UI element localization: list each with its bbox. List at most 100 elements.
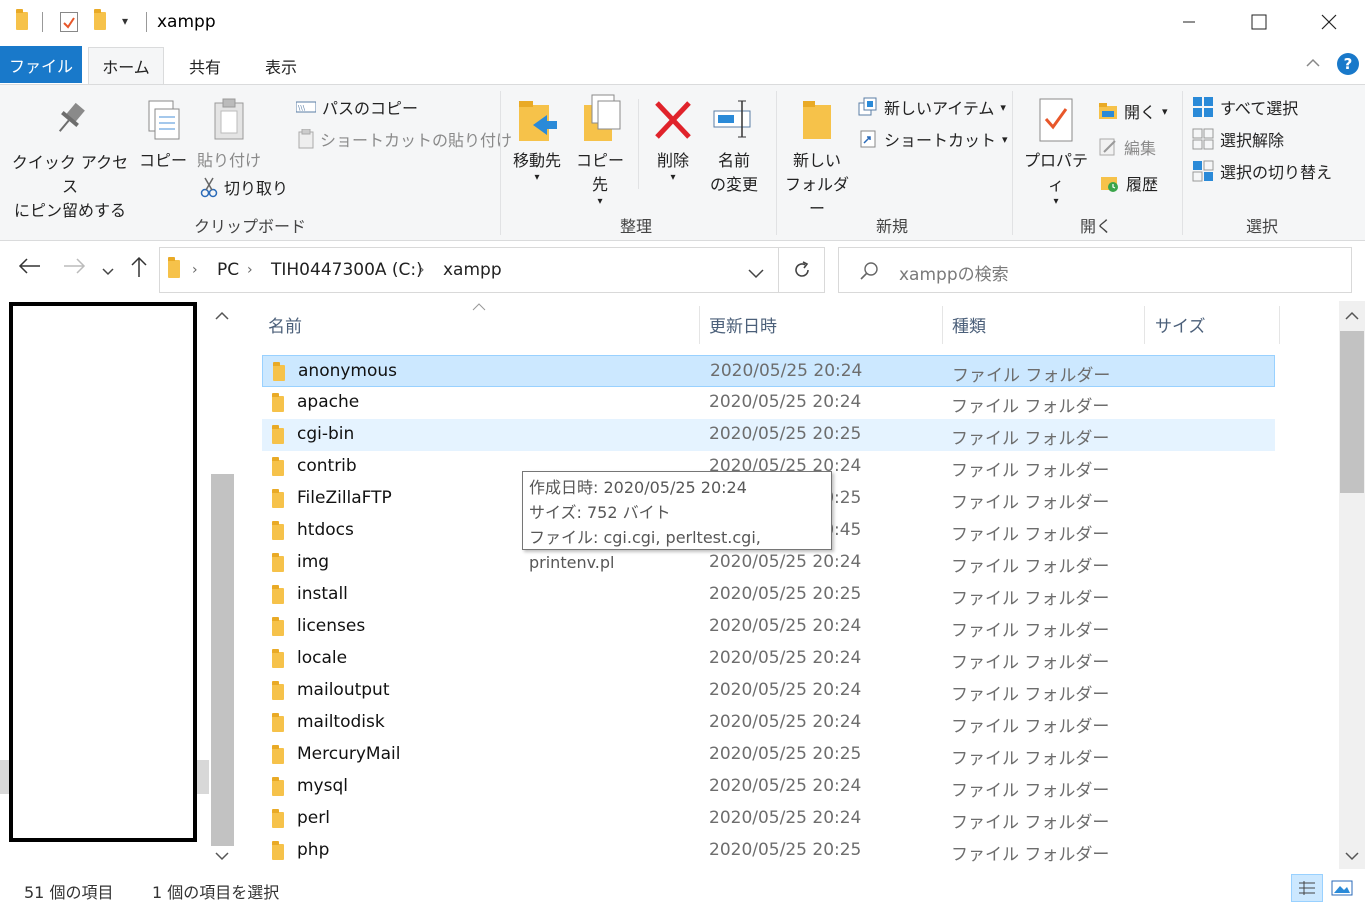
- list-item[interactable]: mailtodisk 2020/05/25 20:24 ファイル フォルダー: [262, 707, 1275, 739]
- list-item[interactable]: mysql 2020/05/25 20:24 ファイル フォルダー: [262, 771, 1275, 803]
- tab-home[interactable]: ホーム: [88, 47, 164, 84]
- new-group-label: 新規: [875, 217, 908, 236]
- paste-label: 貼り付け: [196, 151, 261, 170]
- address-dropdown-button[interactable]: [748, 264, 764, 283]
- forward-button[interactable]: [62, 256, 86, 280]
- delete-button[interactable]: 削除 ▾: [648, 99, 698, 183]
- file-type: ファイル フォルダー: [951, 397, 1110, 417]
- breadcrumb-xampp[interactable]: xampp: [443, 260, 502, 280]
- invert-selection-button[interactable]: 選択の切り替え: [1192, 159, 1332, 183]
- column-separator[interactable]: [1144, 306, 1145, 344]
- cut-button[interactable]: 切り取り: [200, 175, 288, 199]
- new-folder-icon[interactable]: [94, 9, 106, 30]
- file-modified: 2020/05/25 20:24: [709, 648, 862, 668]
- large-icons-view-button[interactable]: [1327, 874, 1357, 902]
- column-separator[interactable]: [1279, 306, 1280, 344]
- maximize-button[interactable]: [1224, 0, 1294, 44]
- scroll-up-icon[interactable]: [1345, 311, 1359, 321]
- paste-shortcut-button[interactable]: ショートカットの貼り付け: [298, 127, 512, 151]
- select-all-button[interactable]: すべて選択: [1192, 95, 1298, 119]
- up-button[interactable]: [130, 256, 148, 283]
- dropdown-arrow-icon: ▾: [1053, 196, 1059, 207]
- list-item[interactable]: apache 2020/05/25 20:24 ファイル フォルダー: [262, 387, 1275, 419]
- details-view-button[interactable]: [1291, 874, 1323, 902]
- copy-path-button[interactable]: \\\ パスのコピー: [296, 95, 418, 119]
- open-group-label: 開く: [1079, 217, 1112, 236]
- tab-share[interactable]: 共有: [172, 47, 238, 84]
- tab-view[interactable]: 表示: [248, 47, 314, 84]
- folder-icon: [272, 489, 284, 508]
- scroll-up-icon[interactable]: [215, 311, 229, 321]
- history-button[interactable]: 履歴: [1100, 171, 1158, 195]
- selected-count: 1 個の項目を選択: [152, 883, 280, 902]
- copy-path-label: パスのコピー: [322, 99, 419, 118]
- list-item[interactable]: mailoutput 2020/05/25 20:24 ファイル フォルダー: [262, 675, 1275, 707]
- list-item[interactable]: locale 2020/05/25 20:24 ファイル フォルダー: [262, 643, 1275, 675]
- list-item[interactable]: anonymous 2020/05/25 20:24 ファイル フォルダー: [262, 355, 1275, 387]
- divider: [42, 12, 43, 32]
- list-item[interactable]: MercuryMail 2020/05/25 20:25 ファイル フォルダー: [262, 739, 1275, 771]
- minimize-button[interactable]: [1154, 0, 1224, 44]
- copy-to-button[interactable]: コピー先 ▾: [570, 93, 630, 207]
- properties-button[interactable]: プロパティ ▾: [1018, 97, 1094, 207]
- list-item[interactable]: licenses 2020/05/25 20:24 ファイル フォルダー: [262, 611, 1275, 643]
- window-title: xampp: [157, 12, 216, 32]
- search-placeholder: xamppの検索: [899, 265, 1009, 285]
- ribbon: クイック アクセス にピン留めする コピー 貼り付け \\\ パスのコピー ショ…: [0, 84, 1365, 241]
- column-separator[interactable]: [942, 306, 943, 344]
- select-none-button[interactable]: 選択解除: [1192, 127, 1284, 151]
- properties-icon[interactable]: [60, 12, 78, 32]
- select-all-icon: [1193, 97, 1213, 117]
- search-box[interactable]: xamppの検索: [838, 247, 1352, 293]
- navigation-pane-scrollbar-thumb[interactable]: [211, 474, 234, 846]
- file-type: ファイル フォルダー: [951, 493, 1110, 513]
- new-item-button[interactable]: 新しいアイテム ▾: [858, 95, 1006, 119]
- title-bar: ▾ xampp: [0, 0, 1365, 44]
- shortcut-label: ショートカット: [884, 131, 997, 150]
- column-header-modified[interactable]: 更新日時: [709, 312, 777, 337]
- shortcut-icon: [860, 130, 876, 148]
- breadcrumb-drive[interactable]: TIH0447300A (C:): [271, 260, 423, 280]
- file-name: contrib: [297, 456, 357, 476]
- list-item[interactable]: install 2020/05/25 20:25 ファイル フォルダー: [262, 579, 1275, 611]
- file-list-scrollbar-thumb[interactable]: [1340, 331, 1364, 493]
- folder-icon: [272, 809, 284, 828]
- edit-button[interactable]: 編集: [1098, 135, 1156, 159]
- customize-quick-access-icon[interactable]: ▾: [122, 14, 128, 28]
- help-icon[interactable]: ?: [1337, 53, 1359, 75]
- refresh-button[interactable]: [779, 247, 825, 293]
- copy-to-label: コピー先: [575, 151, 624, 194]
- recent-locations-button[interactable]: [102, 259, 114, 283]
- close-button[interactable]: [1294, 0, 1364, 44]
- back-button[interactable]: [18, 256, 42, 280]
- dropdown-arrow-icon: ▾: [1162, 104, 1168, 118]
- new-folder-button[interactable]: 新しい フォルダー: [782, 99, 852, 221]
- column-separator[interactable]: [699, 306, 700, 344]
- address-bar[interactable]: › PC › TIH0447300A (C:) › xampp: [159, 247, 779, 293]
- column-header-type[interactable]: 種類: [952, 312, 986, 337]
- column-header-size[interactable]: サイズ: [1155, 312, 1206, 337]
- file-name: apache: [297, 392, 360, 412]
- list-item[interactable]: cgi-bin 2020/05/25 20:25 ファイル フォルダー: [262, 419, 1275, 451]
- pin-to-quick-access-button[interactable]: クイック アクセス にピン留めする: [10, 99, 130, 223]
- breadcrumb-pc[interactable]: PC: [217, 260, 239, 280]
- paste-button[interactable]: 貼り付け: [194, 97, 264, 173]
- rename-button[interactable]: 名前 の変更: [706, 99, 762, 197]
- new-folder-label-line1: 新しい: [792, 151, 841, 170]
- scroll-down-icon[interactable]: [215, 851, 229, 861]
- file-name: licenses: [297, 616, 366, 636]
- list-item[interactable]: perl 2020/05/25 20:24 ファイル フォルダー: [262, 803, 1275, 835]
- scroll-down-icon[interactable]: [1345, 851, 1359, 861]
- shortcut-button[interactable]: ショートカット ▾: [858, 127, 1008, 151]
- copy-button[interactable]: コピー: [138, 99, 188, 173]
- file-name: FileZillaFTP: [297, 488, 392, 508]
- list-item[interactable]: php 2020/05/25 20:25 ファイル フォルダー: [262, 835, 1275, 867]
- column-header-name[interactable]: 名前: [268, 312, 302, 337]
- tooltip-files: ファイル: cgi.cgi, perltest.cgi, printenv.pl: [529, 528, 761, 572]
- tab-file[interactable]: ファイル: [0, 46, 82, 83]
- collapse-ribbon-icon[interactable]: [1305, 56, 1321, 72]
- folder-icon: [272, 457, 284, 476]
- open-button[interactable]: 開く ▾: [1098, 99, 1168, 123]
- move-to-button[interactable]: 移動先 ▾: [508, 97, 566, 183]
- search-icon: [860, 262, 878, 280]
